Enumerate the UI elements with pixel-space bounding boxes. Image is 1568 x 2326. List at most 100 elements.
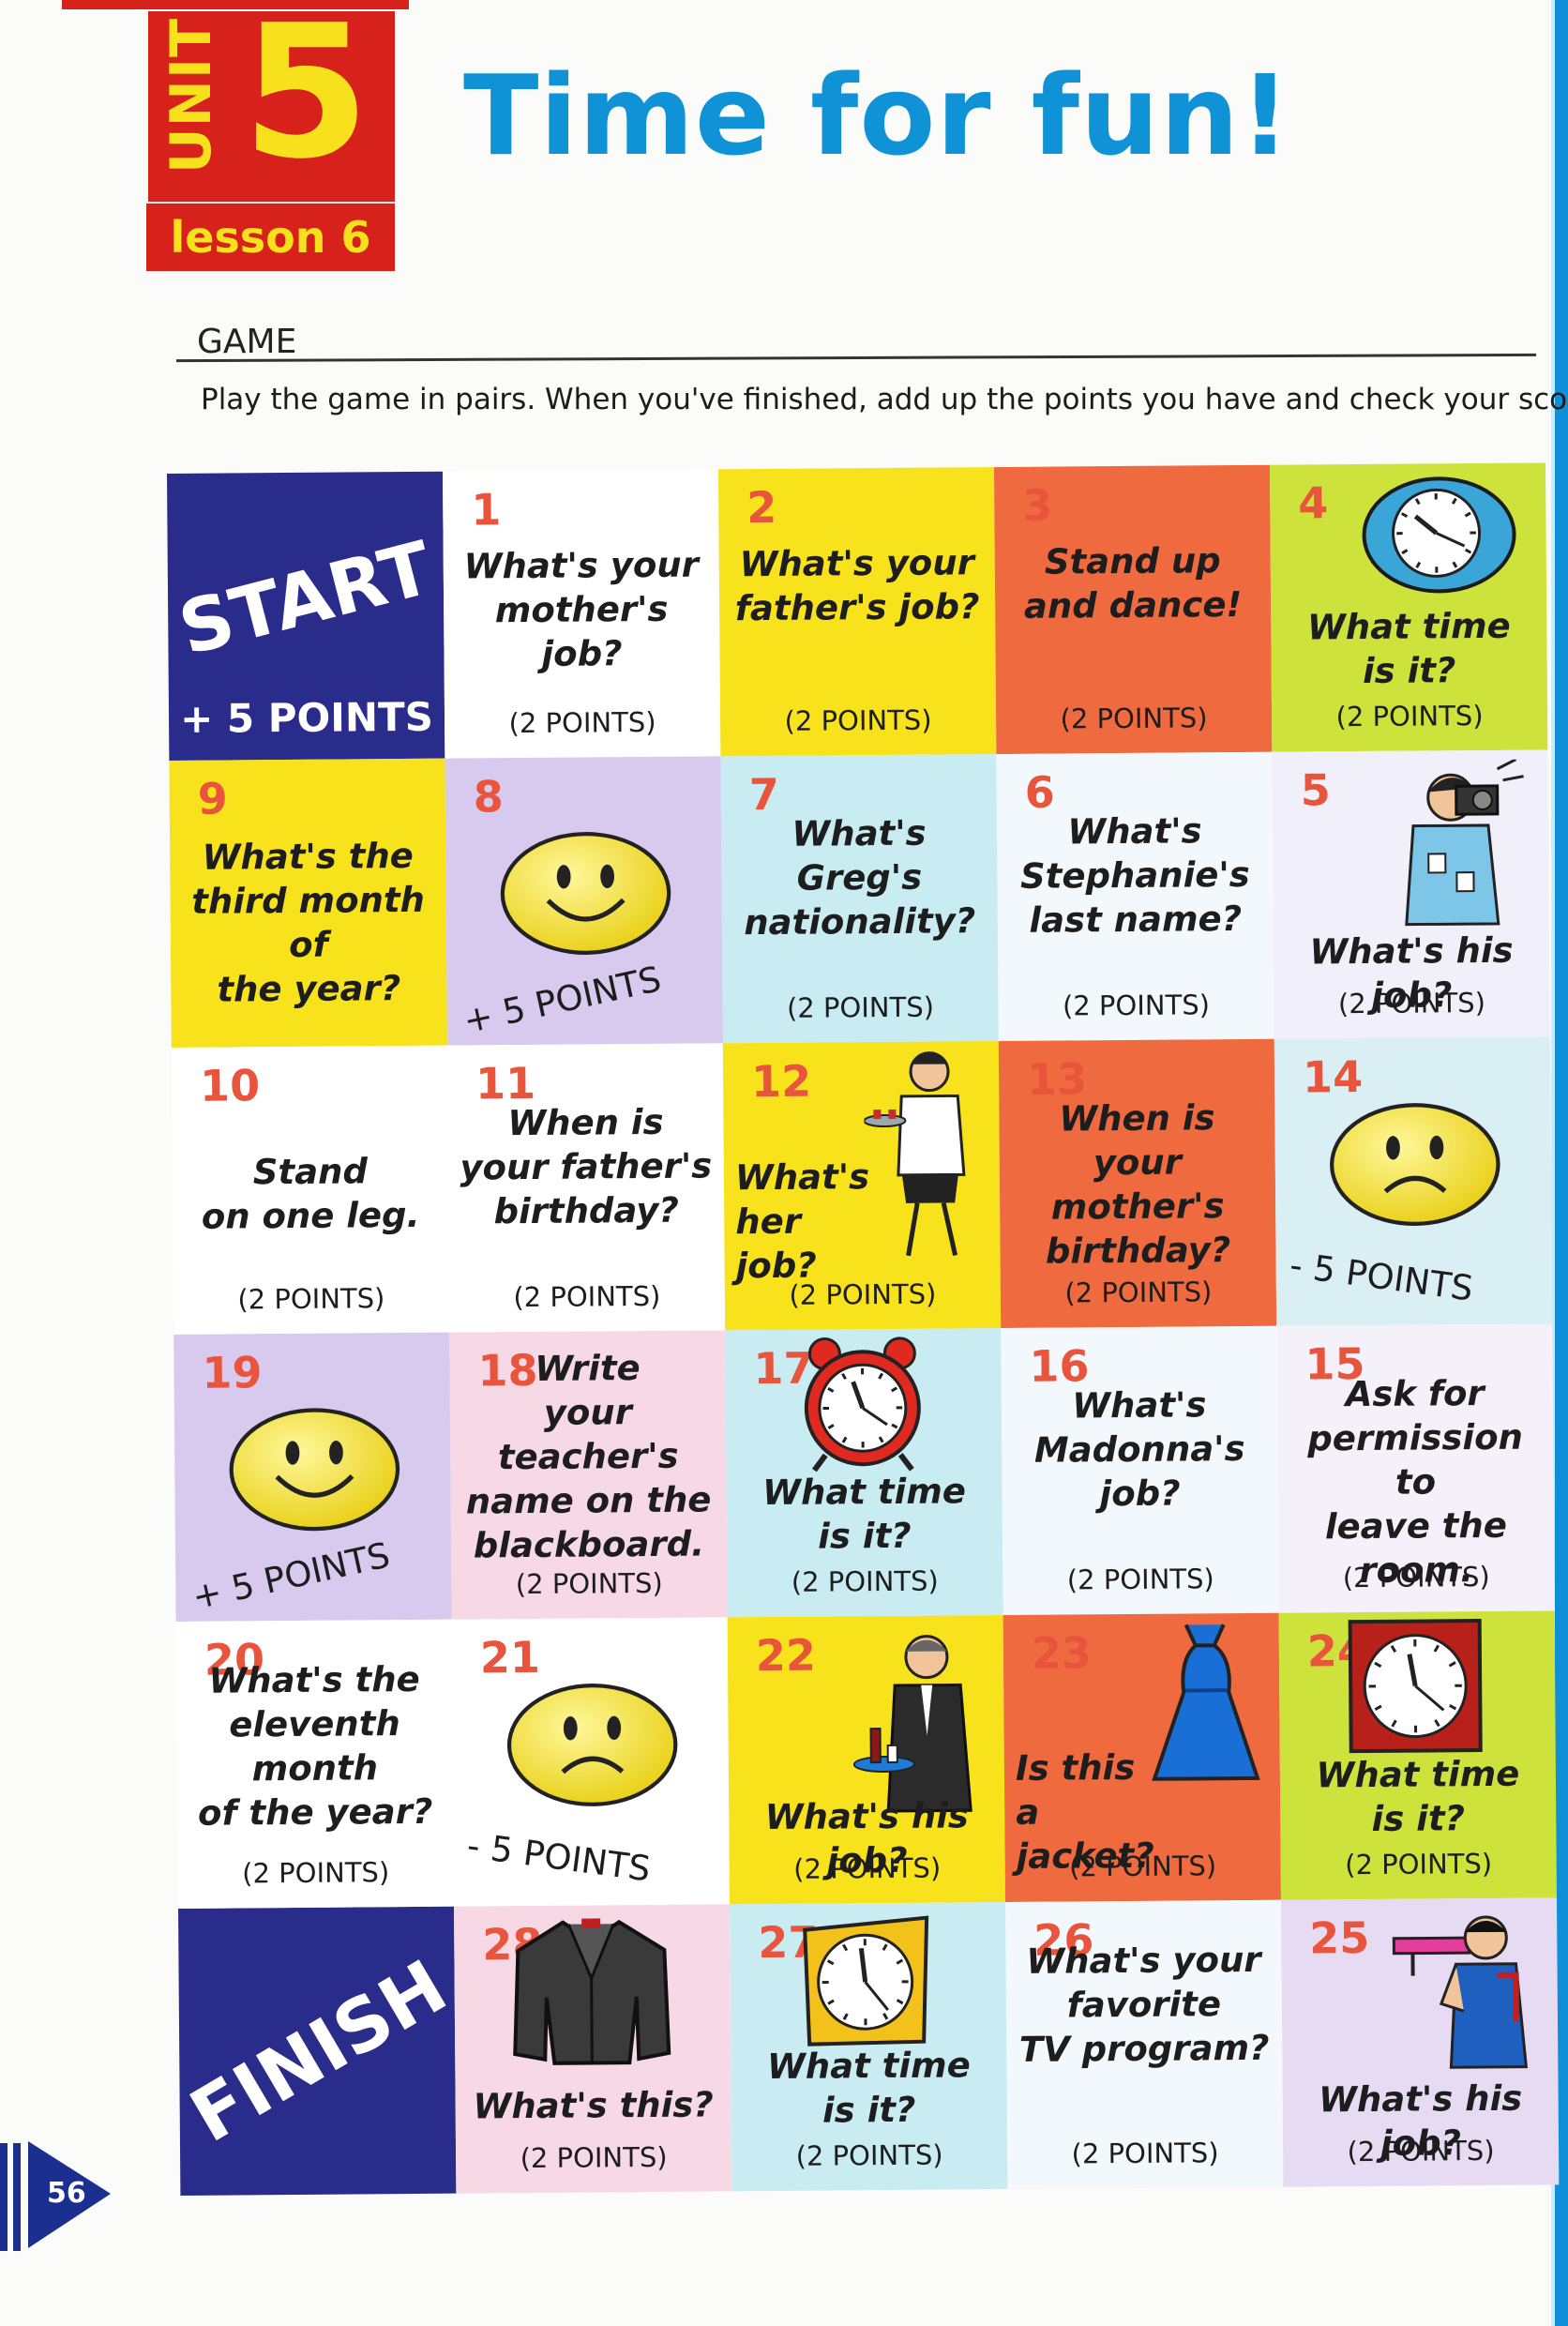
square-question: What time is it? (1306, 605, 1511, 691)
square-number: 5 (1300, 764, 1331, 816)
board-square-2: 2 What's your father's job? (2 POINTS) (717, 467, 997, 757)
square-number: 4 (1298, 477, 1329, 529)
board-square-26: 26 What's your favorite TV program? (2 POI… (1004, 1899, 1284, 2190)
square-points: (2 POINTS) (508, 705, 656, 740)
square-question: What's the third month of the year? (191, 835, 426, 1010)
board-square-12: 12 What's her job? (2 POINTS) (722, 1041, 1002, 1331)
square-question: What's Greg's nationality? (744, 812, 976, 944)
smiley-sad-icon (1316, 1094, 1514, 1236)
board-square-23: 23 Is this a jacket? (2 POINTS) (1003, 1612, 1281, 1903)
board-square-9: 9 What's the third month of the year? (169, 758, 447, 1048)
square-points: (2 POINTS) (1064, 1276, 1213, 1309)
instructions: Play the game in pairs. When you've fini… (201, 383, 1568, 416)
square-points: (2 POINTS) (1347, 2134, 1495, 2168)
board-square-17: 17 What time is it? (2 POINTS) (725, 1328, 1003, 1618)
square-question: What's your father's job? (734, 542, 980, 629)
board-square-16: 16 What's Madonna's job? (2 POINTS) (1001, 1325, 1279, 1616)
waiter-icon (850, 1623, 992, 1820)
square-points: + 5 POINTS (460, 959, 665, 1042)
square-points: - 5 POINTS (1287, 1245, 1476, 1309)
square-question: What time is it? (766, 2045, 971, 2131)
board-square-25: 25 What's his job? (2 POINTS) (1280, 1897, 1560, 2187)
square-points: (2 POINTS) (795, 2138, 943, 2172)
square-question: Write your teacher's name on the blackbo… (465, 1348, 712, 1566)
square-points: (2 POINTS) (789, 1277, 937, 1311)
board-square-1: 1 What's your mother's job? (2 POINTS) (442, 469, 721, 759)
board-square-15: 15 Ask for permission to leave the room.(… (1276, 1323, 1555, 1613)
square-question: What time is it? (762, 1471, 967, 1557)
square-points: (2 POINTS) (237, 1282, 385, 1316)
smiley-happy-icon (216, 1398, 414, 1541)
alarm-clock-icon (796, 1333, 928, 1474)
board-square-22: 22 What's his job? (2 POINTS) (727, 1615, 1005, 1905)
square-points: (2 POINTS) (1071, 2137, 1219, 2170)
square-number: 25 (1309, 1911, 1370, 1964)
square-number: 2 (746, 481, 777, 534)
square-points: (2 POINTS) (1345, 1847, 1493, 1881)
board-square-20: 20 What's the eleventh month of the year?… (175, 1619, 455, 1909)
start-points: + 5 POINTS (179, 693, 434, 742)
square-question: Stand up and dance! (1023, 540, 1243, 627)
square-number: 9 (197, 773, 228, 824)
square-question: What's this? (473, 2084, 714, 2127)
square-points: (2 POINTS) (520, 2140, 668, 2175)
square-question: What's your mother's job? (463, 544, 700, 674)
start-label: START (171, 526, 441, 672)
board-square-4: 4 What time is it? (2 POINTS) (1269, 462, 1548, 752)
finish-label: FINISH (178, 1944, 457, 2160)
board-square-5: 5 What's his job? (2 POINTS) (1272, 749, 1550, 1039)
square-number: 23 (1031, 1627, 1093, 1679)
square-points: (2 POINTS) (793, 1851, 942, 1885)
square-number: 1 (471, 484, 502, 536)
board-square-14: 14- 5 POINTS (1274, 1036, 1553, 1326)
square-question: What's the eleventh month of the year? (197, 1658, 433, 1834)
board-square-21: 21- 5 POINTS (451, 1617, 730, 1907)
board-square-13: 13 When is your mother's birthday? (2 POIN… (998, 1038, 1277, 1329)
square-question: When is your mother's birthday? (1045, 1097, 1231, 1272)
smiley-sad-icon (493, 1674, 691, 1817)
square-number: 12 (750, 1055, 812, 1108)
square-points: + 5 POINTS (188, 1534, 394, 1618)
unit-label: UNIT (158, 17, 224, 174)
board-square-11: 11 When is your father's birthday? (2 POIN… (446, 1043, 726, 1333)
square-points: (2 POINTS) (515, 1566, 663, 1601)
section-heading: GAME (197, 323, 297, 361)
jacket-icon (506, 1912, 676, 2073)
square-points: (2 POINTS) (242, 1856, 390, 1890)
board-square-28: 28 What's this? (2 POINTS) (454, 1904, 732, 2194)
square-points: (2 POINTS) (1060, 702, 1208, 735)
board-square-27: 27 What time is it? (2 POINTS) (729, 1902, 1008, 2192)
square-number: 10 (199, 1060, 261, 1111)
square-points: (2 POINTS) (784, 703, 932, 737)
square-points: (2 POINTS) (1069, 1850, 1217, 1883)
wall-clock-icon (1354, 469, 1524, 601)
square-question: What's your favorite TV program? (1018, 1939, 1270, 2070)
smiley-happy-icon (487, 823, 685, 965)
board-square-8: 8 + 5 POINTS (445, 756, 723, 1046)
board-square-19: 19 + 5 POINTS (173, 1332, 452, 1622)
desk-clock-icon (795, 1911, 937, 2052)
square-points: (2 POINTS) (1066, 1563, 1214, 1596)
square-question: What time is it? (1316, 1753, 1520, 1839)
square-number: 22 (755, 1629, 817, 1682)
section-rule (176, 353, 1536, 363)
board-square-6: 6 What's Stephanie's last name? (2 POINTS) (996, 751, 1274, 1042)
square-points: (2 POINTS) (1342, 1560, 1490, 1594)
square-question: When is your father's birthday? (460, 1101, 713, 1232)
square-clock-icon (1345, 1615, 1486, 1757)
mechanic-icon (1384, 1910, 1535, 2070)
board-square-7: 7 What's Greg's nationality? (2 POINTS) (720, 754, 999, 1044)
square-points: (2 POINTS) (791, 1564, 939, 1598)
page-number: 56 (47, 2177, 86, 2210)
board-square-18: 18 Write your teacher's name on the black… (449, 1330, 728, 1620)
square-question: What's Stephanie's last name? (1019, 810, 1250, 941)
start-square: START + 5 POINTS (167, 471, 445, 761)
square-points: (2 POINTS) (513, 1279, 661, 1314)
square-points: - 5 POINTS (464, 1825, 654, 1890)
square-question: What's her job? (734, 1156, 870, 1287)
lesson-label: lesson 6 (146, 204, 395, 271)
page-number-tab: 56 (0, 2134, 113, 2256)
square-points: (2 POINTS) (1337, 986, 1486, 1020)
square-number: 19 (202, 1347, 263, 1398)
unit-number: 5 (242, 0, 370, 200)
